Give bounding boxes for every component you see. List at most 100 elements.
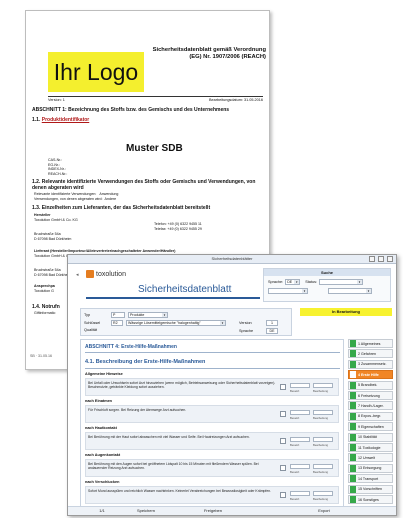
block-controls: Besetzt Bearbeitung — [280, 409, 335, 421]
block-checkbox[interactable] — [280, 384, 286, 390]
sidebar-item-label: 6 Freisetzung — [358, 393, 380, 398]
block-select-b[interactable] — [313, 491, 333, 496]
sidebar-item[interactable]: 1 Allgemeines — [348, 339, 393, 348]
save-button[interactable]: Speichern — [126, 508, 166, 514]
block-controls: Besetzt Bearbeitung — [280, 463, 335, 475]
manufacturer-contact: Telefon: +49 (0) 6322 9455 11 Telefax: +… — [154, 222, 202, 231]
sidebar-item[interactable]: 9 Eigenschaften — [348, 422, 393, 432]
sidebar-item-label: 16 Sonstiges — [358, 497, 379, 502]
status-chip-icon — [350, 392, 356, 399]
contact-person-block: Ansprechpa Toxolution G — [34, 284, 55, 293]
block-select-b[interactable] — [313, 437, 333, 442]
status-select[interactable]: ▾ — [319, 279, 364, 285]
export-button[interactable]: Export — [304, 508, 344, 514]
filter-select-1[interactable]: ▾ — [268, 288, 308, 294]
menu-arrow-icon[interactable]: ◂ — [76, 272, 79, 278]
document-footer: SB · 31.05.16 — [30, 354, 52, 358]
block-select-a[interactable] — [290, 410, 310, 415]
type-code-select[interactable]: P — [111, 312, 125, 318]
block-checkbox[interactable] — [280, 438, 286, 444]
block-select-b[interactable] — [313, 464, 333, 469]
subsection-1-3: 1.3. Einzelheiten zum Lieferanten, der d… — [32, 205, 211, 211]
sidebar-item-label: 10 Stabilität — [358, 435, 377, 440]
status-chip-icon — [350, 360, 356, 368]
key-code-field[interactable]: R2 — [111, 320, 123, 326]
sidebar-item[interactable]: 7 Handh./Lager. — [348, 401, 393, 411]
search-filter-row: ▾ ▾ — [268, 288, 372, 294]
sidebar-item[interactable]: 3 Zusammensetz. — [348, 359, 393, 369]
sidebar-item[interactable]: 5 Brandbek. — [348, 380, 393, 390]
search-panel: Suche Sprache: DE ▾ Status: ▾ ▾ ▾ — [263, 268, 391, 302]
sidebar-item[interactable]: 10 Stabilität — [348, 432, 393, 442]
maximize-button[interactable] — [378, 256, 384, 262]
page-nav[interactable]: 1/1 — [92, 508, 112, 514]
header-divider — [48, 96, 263, 97]
block-select-a[interactable] — [290, 383, 310, 388]
version-field[interactable]: 1 — [266, 320, 278, 326]
sidebar-item[interactable]: 11 Toxikologie — [348, 443, 393, 452]
sidebar-item[interactable]: 2 Gefahren — [348, 349, 393, 359]
title-underline — [86, 297, 260, 299]
language-select[interactable]: DE ▾ — [285, 279, 301, 285]
quality-row: Qualität — [84, 328, 98, 332]
status-chip-icon — [350, 381, 356, 389]
block-select-a[interactable] — [290, 464, 310, 469]
sidebar-item-label: 11 Toxikologie — [358, 445, 381, 450]
chevron-down-icon: ▾ — [302, 289, 307, 293]
status-chip-icon — [350, 454, 356, 462]
text-block-inhalation[interactable]: Für Frischluft sorgen. Bei Reizung der A… — [85, 405, 339, 423]
type-select[interactable]: Produkte ▾ — [128, 312, 168, 318]
version-row: Version 1 — [239, 320, 278, 326]
toxolution-logo: toxolution — [86, 270, 126, 278]
text-block-skin[interactable]: Bei Berührung mit der Haut sofort abwasc… — [85, 432, 339, 450]
block-checkbox[interactable] — [280, 492, 286, 498]
sidebar-item[interactable]: 12 Umwelt — [348, 453, 393, 463]
release-button[interactable]: Freigeben — [193, 508, 233, 514]
status-chip-icon — [350, 423, 356, 431]
text-block-general[interactable]: Bei Unfall oder Unwohlsein sofort Arzt h… — [85, 378, 339, 396]
chevron-down-icon: ▾ — [294, 280, 300, 284]
block-controls: Besetzt Bearbeitung — [280, 436, 335, 448]
section-1-heading: ABSCHNITT 1: Bezeichnung des Stoffs bzw.… — [32, 107, 230, 113]
sidebar-item-label: 5 Brandbek. — [358, 383, 378, 388]
text-block-ingestion[interactable]: Sofort Mund ausspülen und reichlich Wass… — [85, 486, 339, 504]
close-button[interactable] — [387, 256, 393, 262]
status-chip-icon — [350, 433, 356, 441]
subsection-heading: 4.1. Beschreibung der Erste-Hilfe-Maßnah… — [85, 359, 206, 365]
header-meta: Version: 1 Bearbeitungsdatum: 31.05.2016 — [48, 98, 263, 102]
minimize-button[interactable] — [369, 256, 375, 262]
block-label: nach Augenkontakt — [85, 453, 121, 457]
status-chip-icon — [350, 444, 356, 451]
sdb-editor-window: Sicherheitsdatenblätter ◂ toxolution Sic… — [67, 254, 397, 516]
block-checkbox[interactable] — [280, 465, 286, 471]
company-logo-placeholder: Ihr Logo — [48, 52, 144, 92]
sidebar-item[interactable]: 15 Vorschriften — [348, 484, 393, 494]
block-select-b[interactable] — [313, 410, 333, 415]
poison-info: Giftinformatio — [34, 311, 56, 315]
sidebar-item[interactable]: 13 Entsorgung — [348, 463, 393, 473]
sidebar-item[interactable]: 4 Erste Hilfe — [348, 370, 393, 380]
language-field[interactable]: DE — [266, 328, 278, 334]
filter-select-2[interactable]: ▾ — [328, 288, 372, 294]
block-select-a[interactable] — [290, 491, 310, 496]
key-select[interactable]: Wässrige Lösemittelgemische "halogenhalt… — [126, 320, 226, 326]
bottom-action-bar: 1/1 Speichern Freigeben Export — [68, 506, 396, 515]
status-chip-icon — [350, 464, 356, 472]
sidebar-item-label: 2 Gefahren — [358, 351, 376, 356]
manufacturer-address: Bruchstraße 54a D 67098 Bad Dürkheim — [34, 232, 72, 241]
text-block-eyes[interactable]: Bei Berührung mit den Augen sofort bei g… — [85, 459, 339, 477]
sidebar-item-label: 8 Expos.-begr. — [358, 414, 382, 419]
block-select-a[interactable] — [290, 437, 310, 442]
chevron-down-icon: ▾ — [162, 313, 167, 317]
sidebar-item-label: 1 Allgemeines — [358, 341, 381, 346]
block-checkbox[interactable] — [280, 411, 286, 417]
block-select-b[interactable] — [313, 383, 333, 388]
sidebar-item[interactable]: 8 Expos.-begr. — [348, 411, 393, 421]
section-sidebar: 1 Allgemeines 2 Gefahren 3 Zusammensetz. 4 … — [348, 339, 393, 507]
sidebar-item[interactable]: 6 Freisetzung — [348, 391, 393, 400]
sidebar-item[interactable]: 14 Transport — [348, 474, 393, 484]
search-header: Suche — [264, 269, 390, 276]
sidebar-item[interactable]: 16 Sonstiges — [348, 495, 393, 504]
sidebar-item-label: 15 Vorschriften — [358, 487, 382, 492]
status-chip-icon — [350, 340, 356, 347]
